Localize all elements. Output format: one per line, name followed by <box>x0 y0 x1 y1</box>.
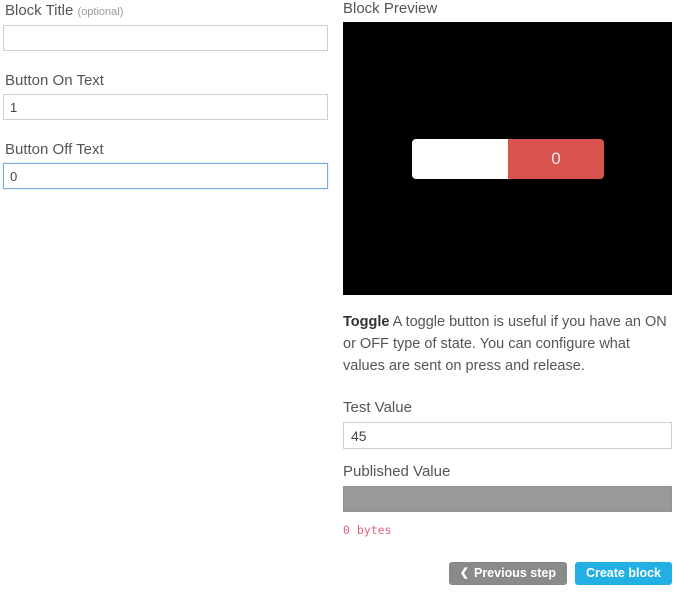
test-value-input[interactable] <box>343 422 672 449</box>
field-test-value: Test Value <box>343 399 672 449</box>
published-value-bytes-readout: 0 bytes <box>343 523 392 537</box>
block-title-optional-tag: (optional) <box>77 6 124 18</box>
block-title-input[interactable] <box>3 25 328 51</box>
chevron-left-icon: ❮ <box>459 567 469 579</box>
test-value-label: Test Value <box>343 399 412 416</box>
field-block-title: Block Title (optional) <box>3 0 328 51</box>
block-description: Toggle A toggle button is useful if you … <box>343 311 672 377</box>
published-value-readonly-bar <box>343 486 672 512</box>
wizard-footer-actions: ❮ Previous step Create block <box>448 562 672 585</box>
previous-step-label: Previous step <box>473 566 556 580</box>
button-off-text-input[interactable] <box>3 163 328 189</box>
previous-step-button[interactable]: ❮ Previous step <box>448 562 567 585</box>
block-title-label-text: Block Title <box>5 2 74 19</box>
toggle-on-half[interactable]: 0 <box>508 139 604 179</box>
block-preview-stage: 0 <box>343 22 672 295</box>
create-block-button[interactable]: Create block <box>574 562 672 585</box>
block-preview-panel: Block Preview 0 Toggle A toggle button i… <box>343 0 672 537</box>
toggle-off-half[interactable] <box>412 139 508 179</box>
block-preview-title: Block Preview <box>343 0 438 17</box>
field-published-value: Published Value 0 bytes <box>343 463 672 537</box>
block-settings-form: Block Title (optional) Button On Text Bu… <box>3 0 328 189</box>
block-description-text: A toggle button is useful if you have an… <box>343 314 667 374</box>
field-button-on-text: Button On Text <box>3 70 328 120</box>
button-on-text-input[interactable] <box>3 94 328 120</box>
button-on-text-label: Button On Text <box>5 72 104 89</box>
toggle-widget-preview[interactable]: 0 <box>412 139 604 179</box>
button-off-text-label: Button Off Text <box>5 141 104 158</box>
create-block-label: Create block <box>585 566 661 580</box>
field-button-off-text: Button Off Text <box>3 139 328 189</box>
block-title-label: Block Title (optional) <box>3 0 328 25</box>
block-type-name: Toggle <box>343 314 390 330</box>
published-value-label: Published Value <box>343 463 451 480</box>
